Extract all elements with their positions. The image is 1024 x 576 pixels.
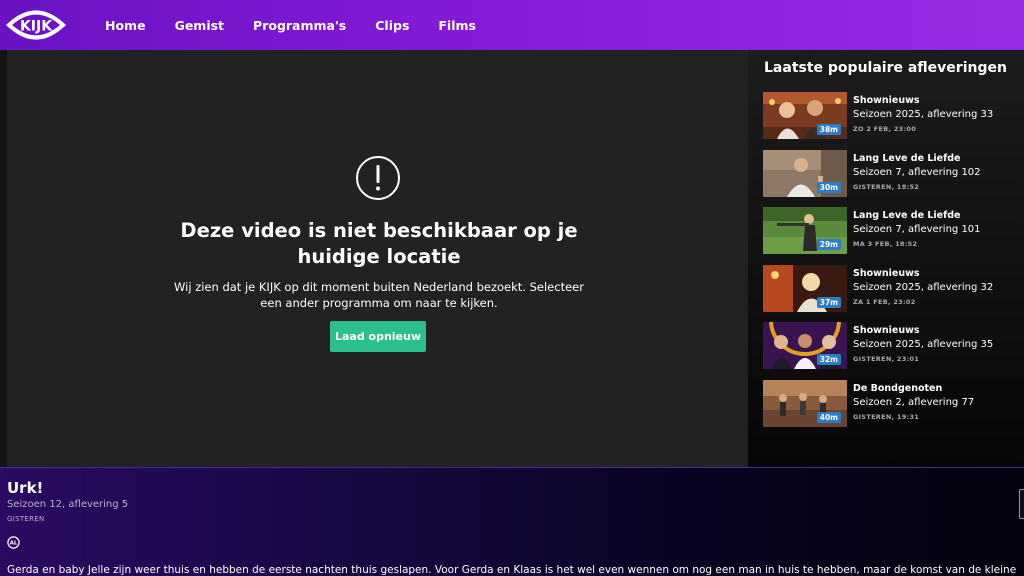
episode-item[interactable]: 40m De Bondgenoten Seizoen 2, aflevering… [763, 380, 1018, 428]
error-title: Deze video is niet beschikbaar op je hui… [180, 219, 578, 268]
exclamation-circle-icon [356, 156, 400, 200]
episode-item[interactable]: 30m Lang Leve de Liefde Seizoen 7, aflev… [763, 150, 1018, 198]
duration-badge: 37m [816, 297, 841, 308]
episode-show: Shownieuws [853, 268, 920, 279]
duration-badge: 38m [816, 124, 841, 135]
episode-season: Seizoen 2025, aflevering 35 [853, 339, 994, 350]
duration-badge: 29m [816, 239, 841, 250]
episode-item[interactable]: 37m Shownieuws Seizoen 2025, aflevering … [763, 265, 1018, 313]
episode-date: GISTEREN, 18:52 [853, 183, 920, 191]
episode-show: Lang Leve de Liefde [853, 210, 961, 221]
episode-date: GISTEREN, 19:31 [853, 413, 920, 421]
program-title: Urk! [7, 479, 44, 497]
program-description: Gerda en baby Jelle zijn weer thuis en h… [7, 564, 1017, 576]
episode-date: ZA 1 FEB, 23:02 [853, 298, 916, 306]
scroll-handle[interactable] [1019, 489, 1024, 519]
episode-show: Shownieuws [853, 95, 920, 106]
nav-programmas[interactable]: Programma's [253, 18, 346, 33]
sidebar-title: Laatste populaire afleveringen [764, 60, 1007, 76]
episode-season: Seizoen 7, aflevering 102 [853, 167, 981, 178]
top-navigation-bar: KIJK Home Gemist Programma's Clips Films [0, 0, 1024, 50]
nav-gemist[interactable]: Gemist [175, 18, 224, 33]
episode-item[interactable]: 29m Lang Leve de Liefde Seizoen 7, aflev… [763, 207, 1018, 255]
error-message: Wij zien dat je KIJK op dit moment buite… [174, 280, 584, 310]
kijk-logo[interactable]: KIJK [6, 6, 66, 44]
rating-label: AL [10, 541, 18, 547]
episode-thumbnail: 30m [763, 150, 847, 197]
episode-date: MA 3 FEB, 18:52 [853, 240, 918, 248]
program-date: GISTEREN [7, 515, 45, 523]
episode-show: Lang Leve de Liefde [853, 153, 961, 164]
episode-show: Shownieuws [853, 325, 920, 336]
main-nav: Home Gemist Programma's Clips Films [105, 0, 505, 50]
program-info-panel [0, 467, 1024, 576]
player-edge [0, 50, 7, 467]
duration-badge: 32m [816, 354, 841, 365]
episode-thumbnail: 32m [763, 322, 847, 369]
episode-date: GISTEREN, 23:01 [853, 355, 920, 363]
episode-item[interactable]: 38m Shownieuws Seizoen 2025, aflevering … [763, 92, 1018, 140]
episode-season: Seizoen 7, aflevering 101 [853, 224, 981, 235]
duration-badge: 40m [816, 412, 841, 423]
episode-thumbnail: 38m [763, 92, 847, 139]
episode-season: Seizoen 2025, aflevering 32 [853, 282, 994, 293]
episode-show: De Bondgenoten [853, 383, 943, 394]
rating-al-icon: AL [7, 536, 20, 549]
svg-text:KIJK: KIJK [20, 19, 53, 35]
nav-clips[interactable]: Clips [375, 18, 409, 33]
reload-button[interactable]: Laad opnieuw [330, 321, 426, 352]
nav-home[interactable]: Home [105, 18, 146, 33]
episode-date: ZO 2 FEB, 23:00 [853, 125, 917, 133]
episode-thumbnail: 29m [763, 207, 847, 254]
episode-season: Seizoen 2, aflevering 77 [853, 397, 975, 408]
program-season: Seizoen 12, aflevering 5 [7, 499, 129, 510]
episode-thumbnail: 40m [763, 380, 847, 427]
duration-badge: 30m [816, 182, 841, 193]
nav-films[interactable]: Films [438, 18, 476, 33]
episode-season: Seizoen 2025, aflevering 33 [853, 109, 994, 120]
episode-item[interactable]: 32m Shownieuws Seizoen 2025, aflevering … [763, 322, 1018, 370]
episode-thumbnail: 37m [763, 265, 847, 312]
